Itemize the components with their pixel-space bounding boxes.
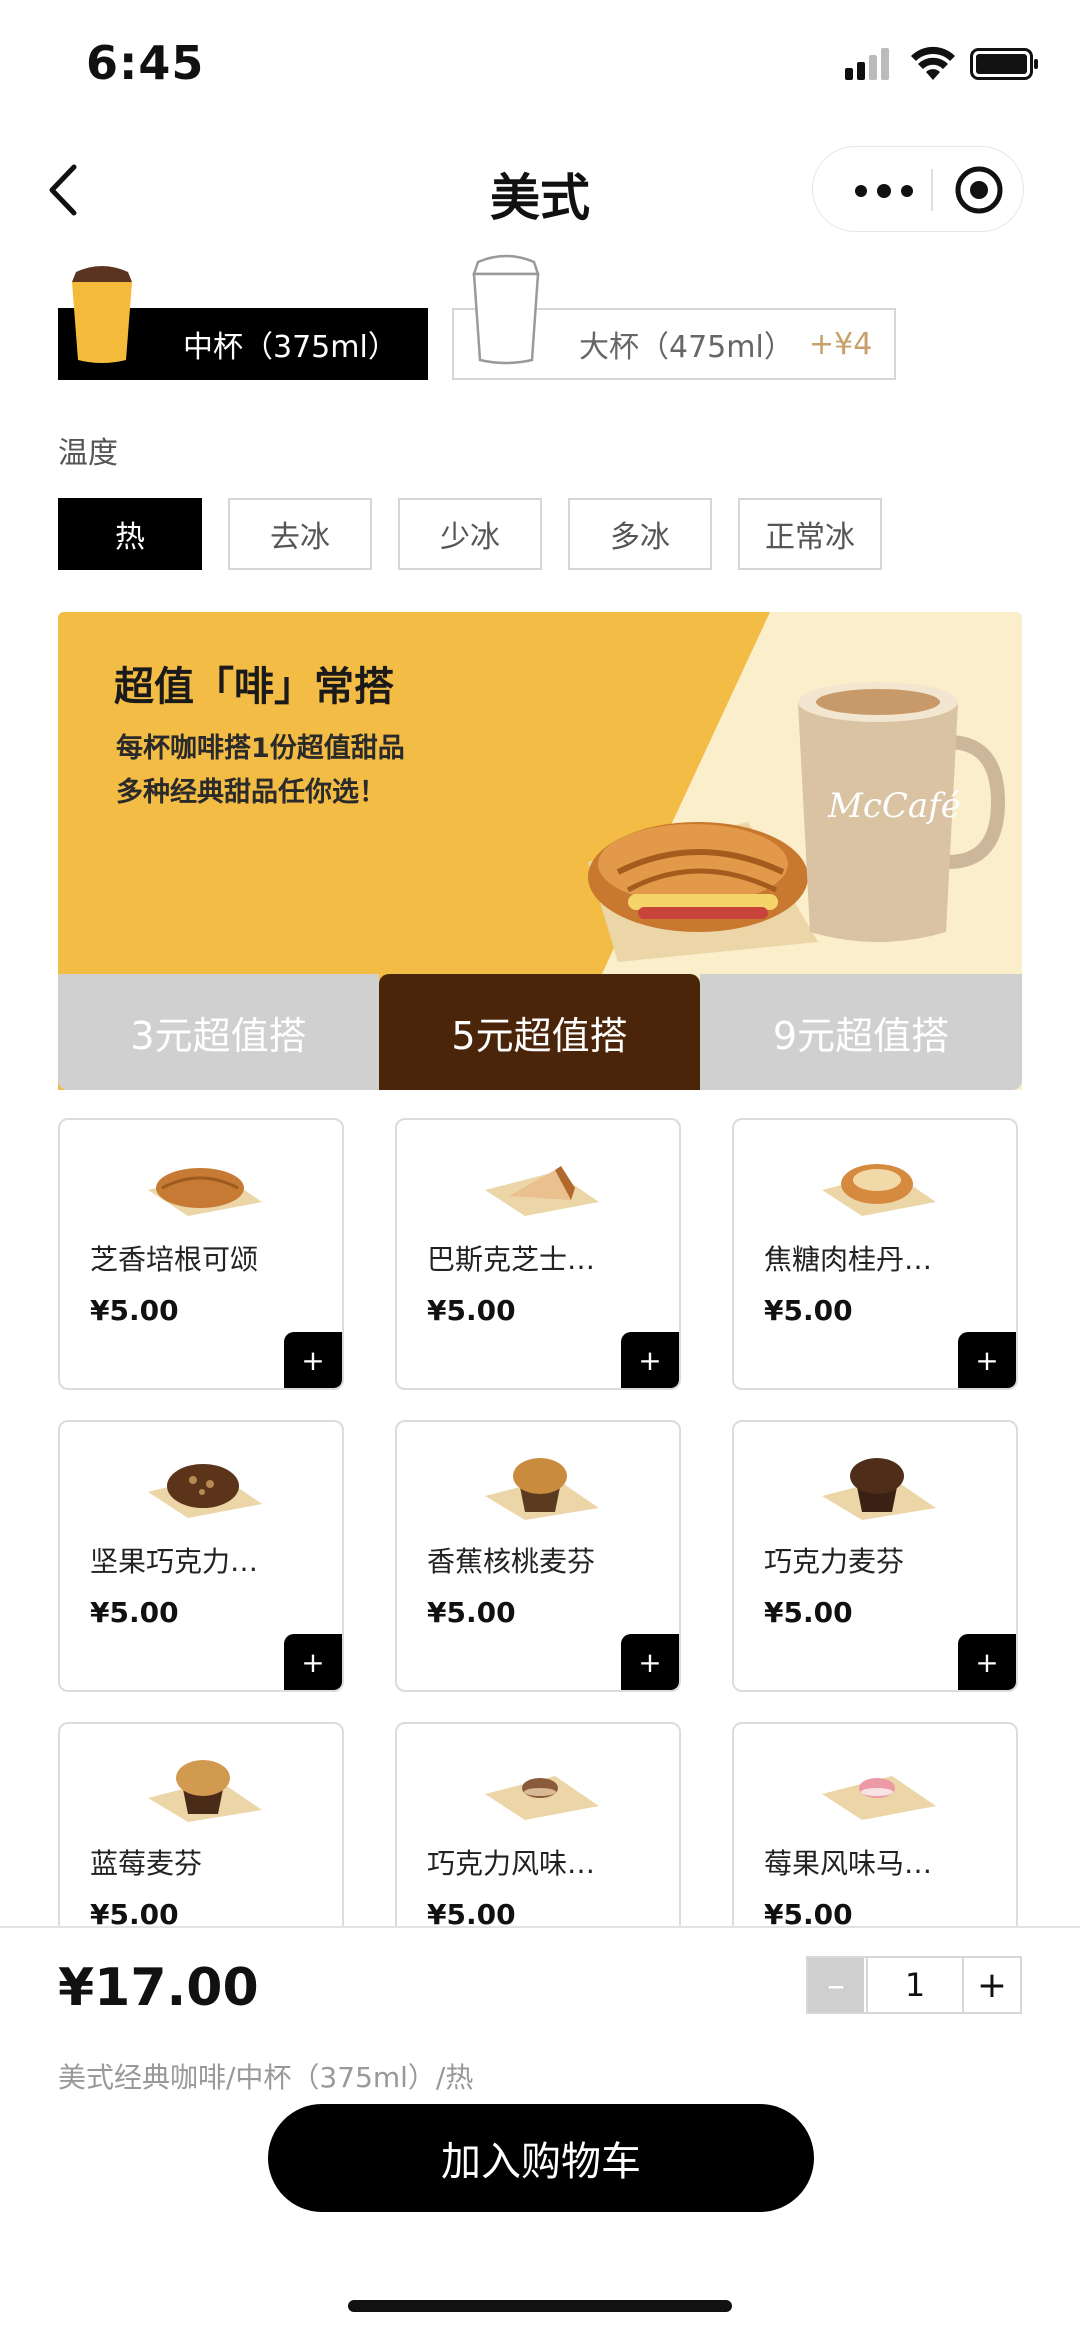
temperature-label: 温度 (58, 436, 118, 471)
add-button[interactable]: + (284, 1634, 342, 1690)
product-name: 香蕉核桃麦芬 (427, 1545, 596, 1578)
target-circle-icon (955, 166, 1003, 214)
quantity-value: 1 (866, 1958, 964, 2012)
chocolate-macaron-image (485, 1776, 599, 1820)
status-bar: 6:45 (0, 0, 1080, 130)
combo-tabs: 3元超值搭 5元超值搭 9元超值搭 (58, 974, 1022, 1090)
add-button[interactable]: + (284, 1332, 342, 1388)
product-card[interactable]: 坚果巧克力… ¥5.00 + (58, 1420, 344, 1692)
total-price: ¥17.00 (58, 1958, 259, 2018)
signal-icon (845, 48, 891, 80)
product-price: ¥5.00 (764, 1596, 853, 1629)
large-cup-icon (472, 254, 540, 365)
wifi-icon (911, 46, 955, 80)
product-card[interactable]: 巧克力风味… ¥5.00 + (395, 1722, 681, 1926)
product-name: 莓果风味马… (764, 1847, 933, 1880)
product-name: 芝香培根可颂 (90, 1243, 259, 1276)
banana-walnut-muffin-image (485, 1458, 599, 1520)
add-button[interactable]: + (621, 1634, 679, 1690)
temp-option-hot[interactable]: 热 (58, 498, 202, 570)
add-button[interactable]: + (958, 1332, 1016, 1388)
product-price: ¥5.00 (90, 1596, 179, 1629)
home-indicator (348, 2300, 732, 2312)
size-label: 中杯（375ml） (183, 330, 398, 365)
product-name: 焦糖肉桂丹… (764, 1243, 933, 1276)
croissant-and-latte-image: McCafé (588, 682, 1006, 962)
product-price: ¥5.00 (427, 1294, 516, 1327)
promo-title: 超值「啡」常搭 (114, 664, 394, 710)
tab-9-yuan[interactable]: 9元超值搭 (700, 974, 1022, 1090)
add-button[interactable]: + (958, 1634, 1016, 1690)
product-name: 蓝莓麦芬 (90, 1847, 203, 1880)
product-name: 巧克力风味… (427, 1847, 596, 1880)
product-price: ¥5.00 (427, 1898, 516, 1926)
cheesecake-image (485, 1166, 599, 1216)
mini-program-capsule (812, 146, 1024, 232)
mug-brand-text: McCafé (827, 786, 961, 826)
back-button[interactable] (40, 155, 100, 225)
temp-option-less-ice[interactable]: 少冰 (398, 498, 542, 570)
tab-5-yuan[interactable]: 5元超值搭 (379, 974, 700, 1090)
more-button[interactable] (835, 147, 925, 233)
temp-option-more-ice[interactable]: 多冰 (568, 498, 712, 570)
more-dots-icon (855, 185, 867, 197)
product-price: ¥5.00 (90, 1898, 179, 1926)
product-card[interactable]: 焦糖肉桂丹… ¥5.00 + (732, 1118, 1018, 1390)
add-button[interactable]: + (621, 1332, 679, 1388)
temp-option-no-ice[interactable]: 去冰 (228, 498, 372, 570)
size-extra-price: +¥4 (809, 326, 873, 362)
chocolate-muffin-image (822, 1458, 936, 1520)
nut-chocolate-image (148, 1464, 262, 1518)
product-card[interactable]: 芝香培根可颂 ¥5.00 + (58, 1118, 344, 1390)
product-card[interactable]: 香蕉核桃麦芬 ¥5.00 + (395, 1420, 681, 1692)
add-to-cart-button[interactable]: 加入购物车 (268, 2104, 814, 2212)
capsule-divider (931, 169, 933, 211)
close-mini-program-button[interactable] (943, 147, 1023, 233)
medium-cup-icon (72, 266, 132, 363)
berry-macaron-image (822, 1776, 936, 1820)
size-label: 大杯（475ml） (579, 330, 794, 365)
product-name: 巧克力麦芬 (764, 1545, 905, 1578)
increase-quantity-button[interactable]: + (964, 1958, 1020, 2012)
product-price: ¥5.00 (427, 1596, 516, 1629)
nav-header: 美式 (0, 130, 1080, 250)
promo-line-1: 每杯咖啡搭1份超值甜品 (116, 733, 405, 764)
selection-summary: 美式经典咖啡/中杯（375ml）/热 (58, 2061, 474, 2094)
bottom-bar: ¥17.00 – 1 + 美式经典咖啡/中杯（375ml）/热 加入购物车 (0, 1926, 1080, 2339)
decrease-quantity-button[interactable]: – (808, 1958, 864, 2012)
status-time: 6:45 (86, 36, 205, 90)
product-price: ¥5.00 (764, 1898, 853, 1926)
product-name: 坚果巧克力… (90, 1545, 259, 1578)
product-card[interactable]: 巴斯克芝士… ¥5.00 + (395, 1118, 681, 1390)
quantity-stepper: – 1 + (806, 1956, 1022, 2014)
product-card[interactable]: 巧克力麦芬 ¥5.00 + (732, 1420, 1018, 1692)
chevron-left-icon (49, 164, 77, 216)
product-name: 巴斯克芝士… (427, 1243, 596, 1276)
product-card[interactable]: 莓果风味马… ¥5.00 + (732, 1722, 1018, 1926)
tab-3-yuan[interactable]: 3元超值搭 (58, 974, 379, 1090)
product-price: ¥5.00 (764, 1294, 853, 1327)
product-card[interactable]: 蓝莓麦芬 ¥5.00 + (58, 1722, 344, 1926)
cinnamon-danish-image (822, 1164, 936, 1216)
product-detail-page: 6:45 美式 中杯（375ml） 大杯（475ml） +¥4 温度 热 去冰 … (0, 0, 1080, 2339)
croissant-image (148, 1168, 262, 1216)
temp-option-normal-ice[interactable]: 正常冰 (738, 498, 882, 570)
promo-line-2: 多种经典甜品任你选！ (116, 777, 386, 808)
product-grid: 芝香培根可颂 ¥5.00 + 巴斯克芝士… ¥5.00 + 焦糖肉桂丹… ¥5.… (0, 1090, 1080, 1926)
blueberry-muffin-image (148, 1760, 262, 1822)
product-price: ¥5.00 (90, 1294, 179, 1327)
battery-icon (970, 48, 1038, 80)
